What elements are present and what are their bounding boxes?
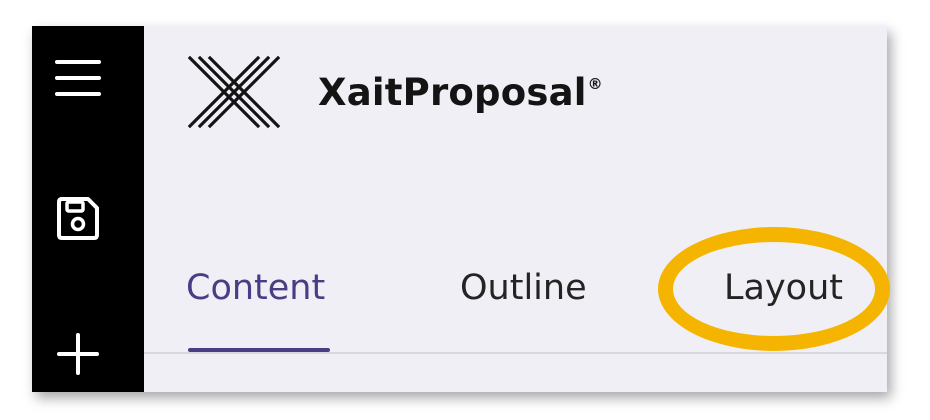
registered-mark: ® <box>587 74 603 93</box>
save-button[interactable] <box>48 188 108 248</box>
left-rail <box>32 26 144 392</box>
app-brand: XaitProposal® <box>188 52 603 132</box>
tab-bar: Content Outline Layout <box>144 266 887 356</box>
tab-bar-divider <box>144 352 887 354</box>
add-button[interactable] <box>48 324 108 384</box>
menu-button[interactable] <box>48 48 108 108</box>
app-name: XaitProposal® <box>318 70 603 114</box>
plus-icon <box>57 333 99 375</box>
tab-layout[interactable]: Layout <box>724 266 843 352</box>
tab-outline[interactable]: Outline <box>460 266 587 352</box>
tab-content[interactable]: Content <box>186 266 325 352</box>
save-icon <box>57 197 99 240</box>
main-panel: XaitProposal® Content Outline Layout <box>144 26 887 392</box>
xait-logo-icon <box>188 55 280 129</box>
hamburger-icon <box>55 60 101 96</box>
app-window: XaitProposal® Content Outline Layout <box>32 26 887 392</box>
